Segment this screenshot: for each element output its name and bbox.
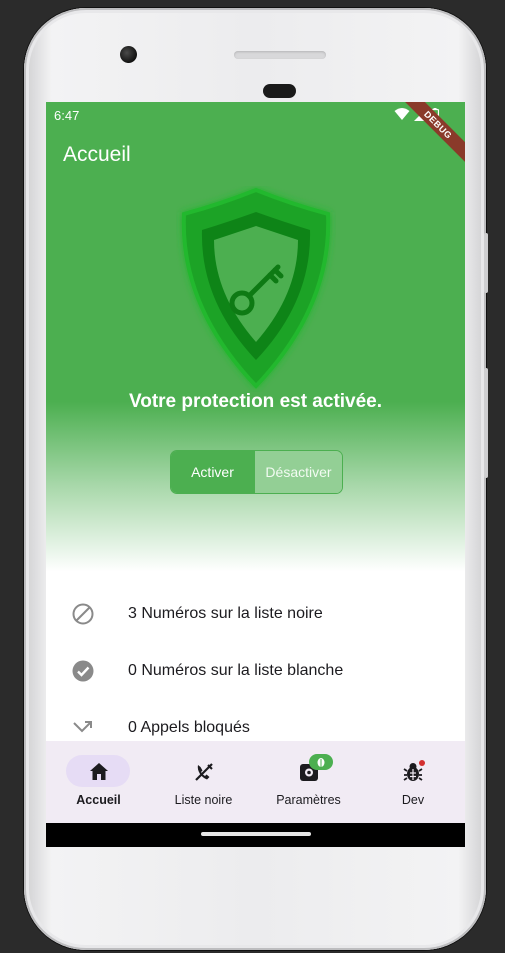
blacklist-count: 3 Numéros sur la liste noire [128,605,323,622]
whitelist-count: 0 Numéros sur la liste blanche [128,662,344,679]
home-gesture-handle[interactable] [201,832,311,836]
home-icon [89,763,108,780]
blocked-calls-count: 0 Appels bloqués [128,719,250,736]
nav-blacklist-label: Liste noire [174,793,233,807]
list-item-whitelist[interactable]: 0 Numéros sur la liste blanche [46,651,465,691]
call-missed-icon [73,721,92,733]
dev-notification-dot [419,760,425,766]
check-circle-icon [72,660,94,682]
nav-blacklist[interactable]: Liste noire [151,741,256,823]
nav-home-label: Accueil [76,793,121,807]
nav-dev-label: Dev [401,793,425,807]
nav-settings-label: Paramètres [276,793,341,807]
app-screen: 6:47 DEBUG Accueil Votre protection est … [46,102,465,847]
volume-button [484,368,488,478]
status-bar: 6:47 DEBUG [46,102,465,169]
protection-status-text: Votre protection est activée. [128,391,383,412]
list-item-blacklist[interactable]: 3 Numéros sur la liste noire [46,594,465,634]
status-time: 6:47 [54,108,80,123]
activate-button[interactable]: Activer [171,451,254,493]
shield-key-icon [181,187,331,389]
nav-settings[interactable]: Paramètres [256,741,361,823]
nav-dev[interactable]: Dev [361,741,465,823]
front-camera [120,46,137,63]
power-button [484,233,488,293]
protection-toggle: Activer Désactiver [170,450,343,494]
system-navigation-bar [46,823,465,847]
badge-bug-icon [317,758,325,767]
nav-home[interactable]: Accueil [46,741,151,823]
bottom-navigation: Accueil Liste noire Paramètres Dev [46,741,465,823]
earpiece-speaker [234,51,326,59]
proximity-sensor [263,84,296,98]
hero-section: 6:47 DEBUG Accueil Votre protection est … [46,102,465,572]
settings-badge [309,754,333,770]
wifi-icon [394,108,410,120]
phone-disabled-icon [194,763,213,781]
deactivate-button[interactable]: Désactiver [254,451,342,493]
block-icon [72,603,94,625]
page-title: Accueil [63,143,131,166]
